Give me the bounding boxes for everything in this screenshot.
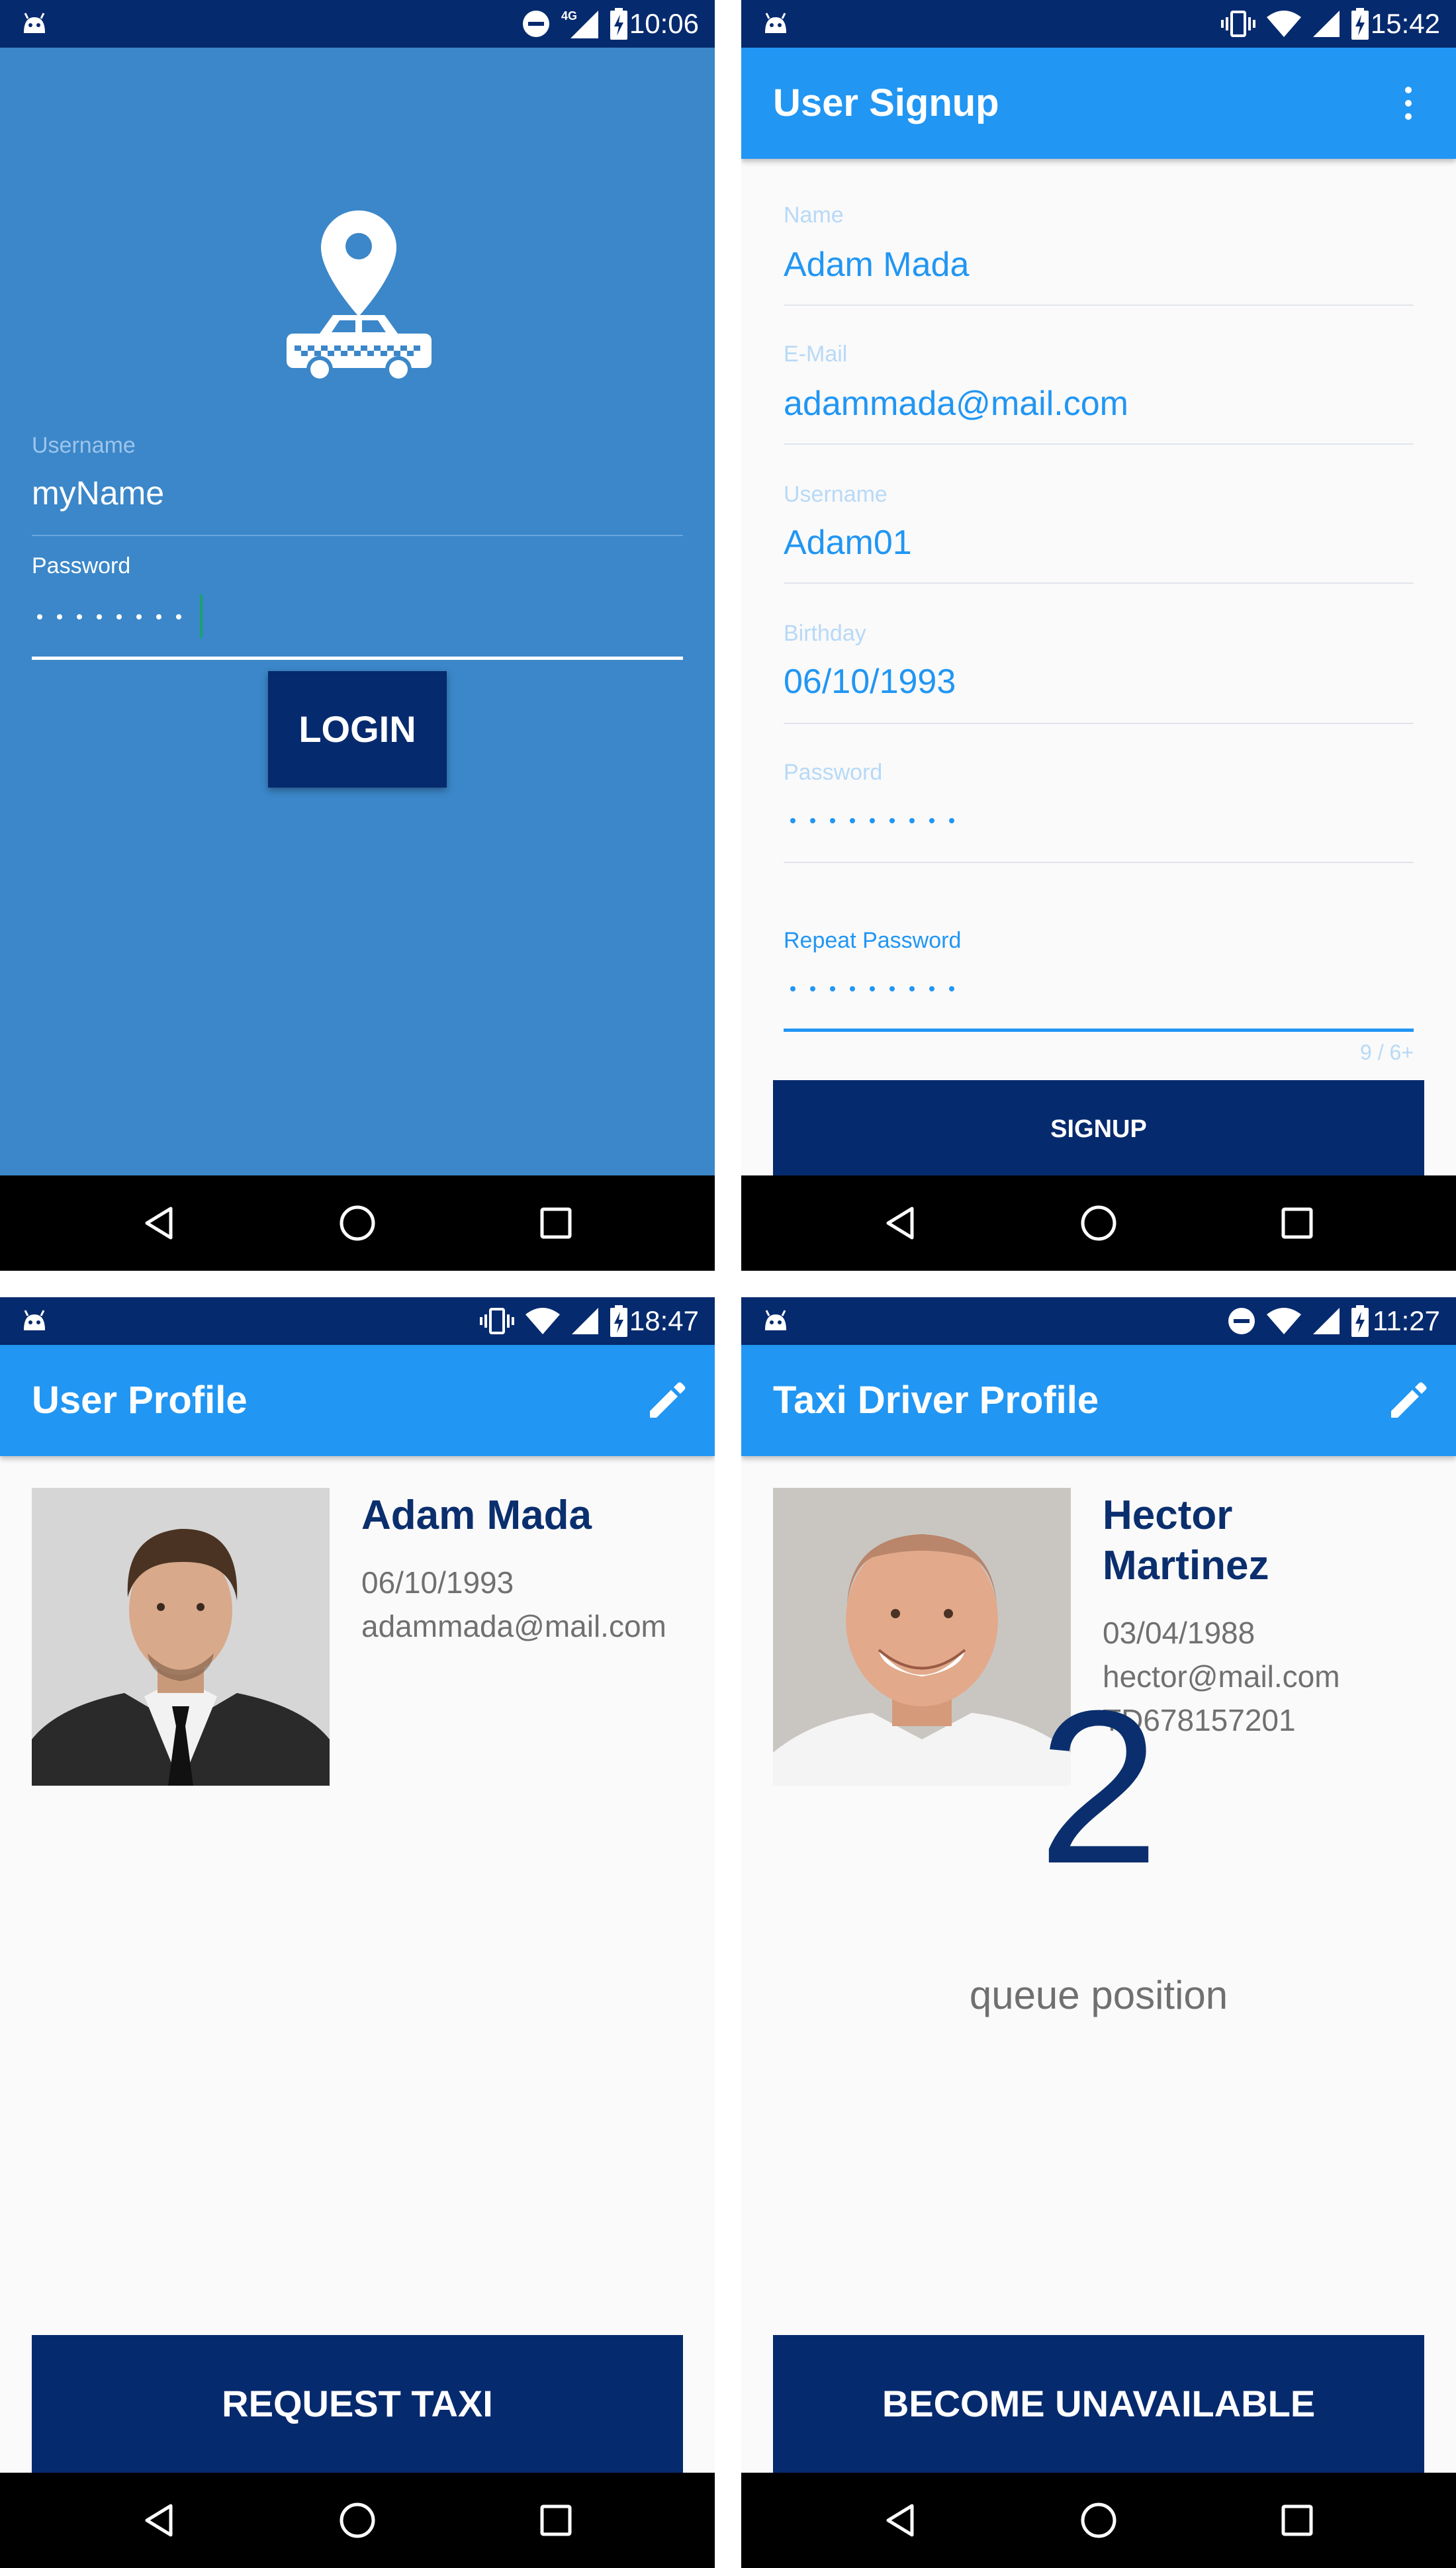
name-input[interactable]: Adam Mada xyxy=(784,245,969,285)
repeat-password-label: Repeat Password xyxy=(784,928,962,953)
user-name: Adam Mada xyxy=(361,1492,592,1538)
taxi-location-logo-icon xyxy=(287,210,432,383)
signup-button[interactable]: SIGNUP xyxy=(773,1080,1424,1175)
recents-icon[interactable] xyxy=(1279,1205,1316,1242)
email-input[interactable]: adammada@mail.com xyxy=(784,384,1128,424)
more-vert-icon[interactable] xyxy=(1385,79,1432,127)
edit-pencil-icon[interactable] xyxy=(643,1377,691,1424)
password-underline xyxy=(784,862,1414,863)
user-avatar xyxy=(32,1488,330,1786)
back-icon[interactable] xyxy=(140,1205,177,1242)
page-title: Taxi Driver Profile xyxy=(773,1379,1099,1422)
driver-name-first: Hector xyxy=(1103,1492,1233,1538)
character-counter: 9 / 6+ xyxy=(1360,1040,1414,1064)
app-bar: User Signup xyxy=(741,48,1456,159)
recents-icon[interactable] xyxy=(1279,2502,1316,2539)
username-input[interactable]: myName xyxy=(32,474,164,512)
recents-icon[interactable] xyxy=(537,2502,574,2539)
edit-pencil-icon[interactable] xyxy=(1385,1377,1432,1424)
password-underline xyxy=(32,657,683,660)
status-time: 18:47 xyxy=(629,1305,699,1336)
login-screen: 4G 10:06 Username myName Password LOGIN xyxy=(0,0,715,1271)
become-unavailable-button[interactable]: BECOME UNAVAILABLE xyxy=(773,2335,1424,2473)
status-bar: 18:47 xyxy=(0,1297,715,1345)
driver-name-last: Martinez xyxy=(1103,1543,1269,1588)
user-birthday: 06/10/1993 xyxy=(361,1565,514,1600)
page-title: User Signup xyxy=(773,81,999,124)
repeat-password-underline xyxy=(784,1029,1414,1032)
signal-icon xyxy=(572,1308,598,1334)
birthday-label: Birthday xyxy=(784,621,866,646)
password-input[interactable] xyxy=(37,614,181,619)
android-icon xyxy=(765,1310,786,1330)
wifi-icon xyxy=(1267,1308,1301,1334)
queue-position-number: 2 xyxy=(1038,1665,1160,1909)
password-label: Password xyxy=(32,553,131,578)
status-bar: 4G 10:06 xyxy=(0,0,715,48)
driver-birthday: 03/04/1988 xyxy=(1103,1616,1255,1650)
username-label: Username xyxy=(784,482,887,507)
vibrate-icon xyxy=(1221,11,1255,37)
email-label: E-Mail xyxy=(784,342,848,367)
wifi-icon xyxy=(525,1308,560,1334)
request-taxi-button[interactable]: REQUEST TAXI xyxy=(32,2335,683,2473)
navigation-bar xyxy=(0,2473,715,2568)
signal-icon xyxy=(1313,1308,1340,1334)
battery-charging-icon xyxy=(610,8,627,40)
battery-charging-icon xyxy=(610,1305,627,1337)
user-email: adammada@mail.com xyxy=(361,1609,666,1643)
home-icon[interactable] xyxy=(1080,1205,1117,1242)
app-bar: User Profile xyxy=(0,1345,715,1456)
recents-icon[interactable] xyxy=(537,1205,574,1242)
status-time: 11:27 xyxy=(1373,1305,1440,1336)
android-icon xyxy=(24,1310,45,1330)
page-title: User Profile xyxy=(32,1379,248,1422)
birthday-underline xyxy=(784,723,1414,724)
name-label: Name xyxy=(784,203,844,228)
queue-position-label: queue position xyxy=(969,1973,1228,2017)
status-bar: 11:27 xyxy=(741,1297,1456,1345)
repeat-password-input[interactable] xyxy=(790,986,954,991)
username-label: Username xyxy=(32,433,136,458)
home-icon[interactable] xyxy=(339,1205,376,1242)
signup-screen: 15:42 User Signup Name Adam Mada E-Mail … xyxy=(741,0,1456,1271)
navigation-bar xyxy=(0,1175,715,1271)
back-icon[interactable] xyxy=(882,2502,919,2539)
signal-4g-icon: 4G xyxy=(561,9,598,38)
android-icon xyxy=(765,13,786,33)
android-icon xyxy=(24,13,45,33)
username-input[interactable]: Adam01 xyxy=(784,523,912,563)
login-button[interactable]: LOGIN xyxy=(268,671,447,788)
birthday-input[interactable]: 06/10/1993 xyxy=(784,662,956,702)
password-input[interactable] xyxy=(790,818,954,823)
username-underline xyxy=(32,535,683,536)
app-bar: Taxi Driver Profile xyxy=(741,1345,1456,1456)
svg-text:4G: 4G xyxy=(561,9,577,23)
vibrate-icon xyxy=(480,1308,514,1334)
status-time: 10:06 xyxy=(629,8,699,39)
dnd-icon xyxy=(1228,1308,1255,1334)
home-icon[interactable] xyxy=(339,2502,376,2539)
navigation-bar xyxy=(741,1175,1456,1271)
back-icon[interactable] xyxy=(882,1205,919,1242)
status-bar: 15:42 xyxy=(741,0,1456,48)
battery-charging-icon xyxy=(1351,8,1369,40)
text-cursor xyxy=(200,594,203,638)
name-underline xyxy=(784,304,1414,306)
dnd-icon xyxy=(523,11,549,37)
status-time: 15:42 xyxy=(1370,8,1440,39)
wifi-icon xyxy=(1267,11,1301,37)
username-underline xyxy=(784,582,1414,584)
battery-charging-icon xyxy=(1351,1305,1369,1337)
signal-icon xyxy=(1313,11,1340,37)
navigation-bar xyxy=(741,2473,1456,2568)
back-icon[interactable] xyxy=(140,2502,177,2539)
password-label: Password xyxy=(784,760,883,785)
driver-profile-screen: 11:27 Taxi Driver Profile Hector Martine… xyxy=(741,1297,1456,2568)
email-underline xyxy=(784,443,1414,445)
user-profile-screen: 18:47 User Profile Adam Mada 06/10/1993 … xyxy=(0,1297,715,2568)
home-icon[interactable] xyxy=(1080,2502,1117,2539)
